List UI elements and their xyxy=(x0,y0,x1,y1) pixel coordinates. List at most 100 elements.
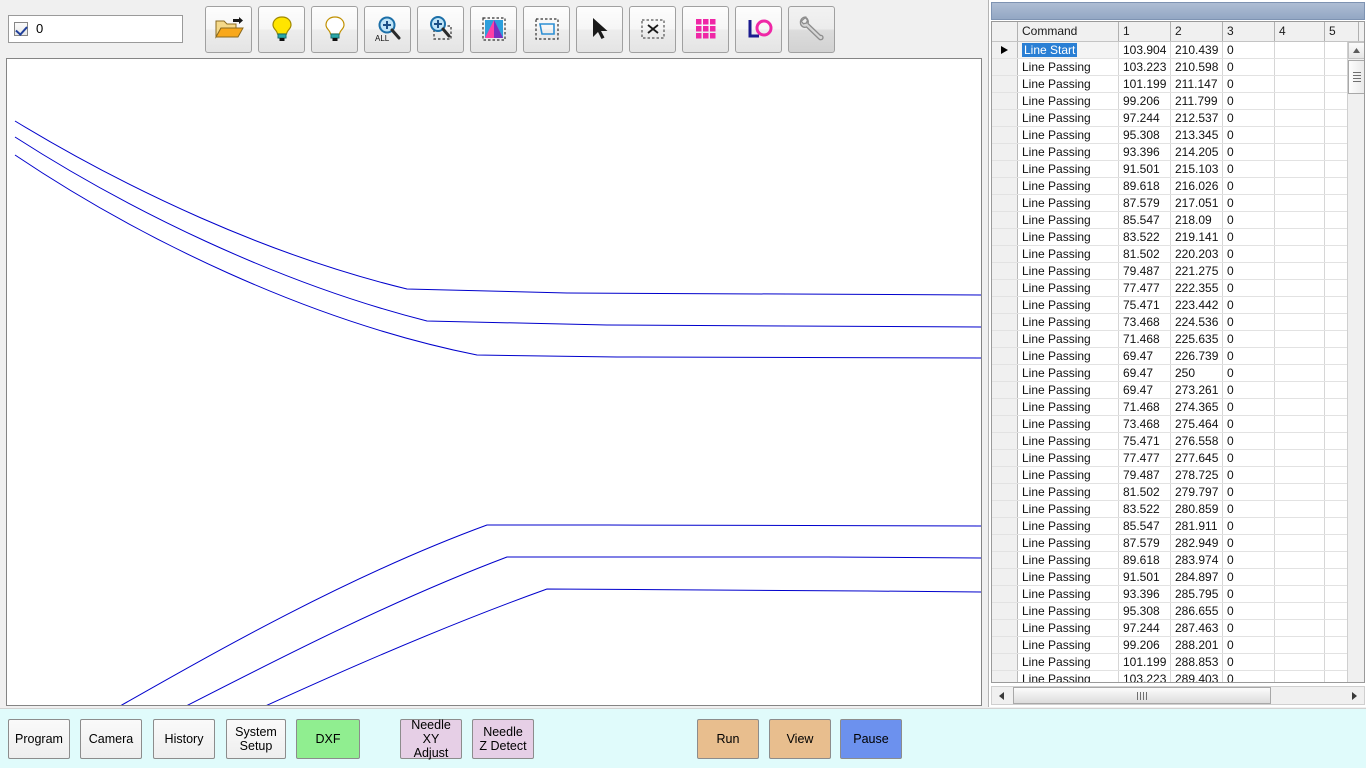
table-row[interactable]: Line Passing87.579217.0510 xyxy=(992,195,1349,212)
select-region-button[interactable] xyxy=(523,6,570,53)
cell-1[interactable]: 99.206 xyxy=(1119,637,1171,653)
row-selector-cell[interactable] xyxy=(992,535,1018,551)
table-row[interactable]: Line Passing89.618283.9740 xyxy=(992,552,1349,569)
row-selector-cell[interactable] xyxy=(992,42,1018,58)
cell-1[interactable]: 75.471 xyxy=(1119,297,1171,313)
cell-command[interactable]: Line Passing xyxy=(1018,569,1119,585)
cell-1[interactable]: 69.47 xyxy=(1119,365,1171,381)
row-selector-cell[interactable] xyxy=(992,93,1018,109)
cell-3[interactable]: 0 xyxy=(1223,433,1275,449)
cell-5[interactable] xyxy=(1325,127,1349,143)
cell-4[interactable] xyxy=(1275,263,1325,279)
cell-2[interactable]: 211.147 xyxy=(1171,76,1223,92)
cell-2[interactable]: 220.203 xyxy=(1171,246,1223,262)
cell-2[interactable]: 210.598 xyxy=(1171,59,1223,75)
row-selector-cell[interactable] xyxy=(992,382,1018,398)
cell-2[interactable]: 279.797 xyxy=(1171,484,1223,500)
cell-4[interactable] xyxy=(1275,535,1325,551)
light-on-button[interactable] xyxy=(258,6,305,53)
quantity-checkbox[interactable] xyxy=(14,22,28,36)
table-row[interactable]: Line Passing95.308213.3450 xyxy=(992,127,1349,144)
grid-header-3[interactable]: 3 xyxy=(1223,22,1275,41)
cell-2[interactable]: 216.026 xyxy=(1171,178,1223,194)
cell-command[interactable]: Line Passing xyxy=(1018,93,1119,109)
quantity-field[interactable]: 0 xyxy=(8,15,183,43)
cell-command[interactable]: Line Passing xyxy=(1018,144,1119,160)
row-selector-cell[interactable] xyxy=(992,59,1018,75)
cell-2[interactable]: 275.464 xyxy=(1171,416,1223,432)
cell-1[interactable]: 85.547 xyxy=(1119,212,1171,228)
cell-command[interactable]: Line Passing xyxy=(1018,433,1119,449)
cell-2[interactable]: 225.635 xyxy=(1171,331,1223,347)
cell-1[interactable]: 95.308 xyxy=(1119,603,1171,619)
cell-5[interactable] xyxy=(1325,110,1349,126)
table-row[interactable]: Line Passing81.502279.7970 xyxy=(992,484,1349,501)
cell-5[interactable] xyxy=(1325,76,1349,92)
cell-3[interactable]: 0 xyxy=(1223,178,1275,194)
cell-1[interactable]: 69.47 xyxy=(1119,348,1171,364)
row-selector-cell[interactable] xyxy=(992,467,1018,483)
row-selector-cell[interactable] xyxy=(992,603,1018,619)
row-selector-cell[interactable] xyxy=(992,348,1018,364)
table-row[interactable]: Line Passing103.223210.5980 xyxy=(992,59,1349,76)
cell-5[interactable] xyxy=(1325,42,1349,58)
cell-command[interactable]: Line Passing xyxy=(1018,314,1119,330)
cell-5[interactable] xyxy=(1325,535,1349,551)
cell-1[interactable]: 81.502 xyxy=(1119,484,1171,500)
cell-4[interactable] xyxy=(1275,637,1325,653)
cell-4[interactable] xyxy=(1275,569,1325,585)
table-row[interactable]: Line Passing75.471223.4420 xyxy=(992,297,1349,314)
cell-5[interactable] xyxy=(1325,263,1349,279)
row-selector-cell[interactable] xyxy=(992,569,1018,585)
cell-1[interactable]: 91.501 xyxy=(1119,161,1171,177)
cell-4[interactable] xyxy=(1275,297,1325,313)
cell-command[interactable]: Line Passing xyxy=(1018,246,1119,262)
row-selector-cell[interactable] xyxy=(992,365,1018,381)
scroll-up-arrow[interactable] xyxy=(1348,42,1365,59)
cell-5[interactable] xyxy=(1325,484,1349,500)
cell-5[interactable] xyxy=(1325,161,1349,177)
cell-4[interactable] xyxy=(1275,212,1325,228)
cell-3[interactable]: 0 xyxy=(1223,467,1275,483)
cell-3[interactable]: 0 xyxy=(1223,110,1275,126)
cell-command[interactable]: Line Passing xyxy=(1018,518,1119,534)
table-row[interactable]: Line Passing97.244212.5370 xyxy=(992,110,1349,127)
row-selector-cell[interactable] xyxy=(992,399,1018,415)
cell-command[interactable]: Line Passing xyxy=(1018,603,1119,619)
cell-2[interactable]: 215.103 xyxy=(1171,161,1223,177)
cell-5[interactable] xyxy=(1325,314,1349,330)
row-selector-cell[interactable] xyxy=(992,297,1018,313)
cell-command[interactable]: Line Passing xyxy=(1018,501,1119,517)
table-row[interactable]: Line Passing97.244287.4630 xyxy=(992,620,1349,637)
cell-2[interactable]: 218.09 xyxy=(1171,212,1223,228)
cell-command[interactable]: Line Passing xyxy=(1018,365,1119,381)
row-selector-cell[interactable] xyxy=(992,620,1018,636)
cell-3[interactable]: 0 xyxy=(1223,399,1275,415)
row-selector-cell[interactable] xyxy=(992,586,1018,602)
cell-2[interactable]: 287.463 xyxy=(1171,620,1223,636)
cell-2[interactable]: 223.442 xyxy=(1171,297,1223,313)
grid-header-4[interactable]: 4 xyxy=(1275,22,1325,41)
table-row[interactable]: Line Passing91.501215.1030 xyxy=(992,161,1349,178)
cell-4[interactable] xyxy=(1275,59,1325,75)
scroll-left-arrow[interactable] xyxy=(992,687,1011,704)
light-off-button[interactable] xyxy=(311,6,358,53)
table-row[interactable]: Line Start103.904210.4390 xyxy=(992,42,1349,59)
cell-4[interactable] xyxy=(1275,93,1325,109)
cell-3[interactable]: 0 xyxy=(1223,297,1275,313)
cell-4[interactable] xyxy=(1275,467,1325,483)
cell-5[interactable] xyxy=(1325,671,1349,683)
table-row[interactable]: Line Passing87.579282.9490 xyxy=(992,535,1349,552)
grid-horizontal-scrollbar[interactable] xyxy=(991,686,1365,705)
needle-xy-adjust-button[interactable]: NeedleXY Adjust xyxy=(400,719,462,759)
table-row[interactable]: Line Passing91.501284.8970 xyxy=(992,569,1349,586)
cell-4[interactable] xyxy=(1275,314,1325,330)
cell-4[interactable] xyxy=(1275,161,1325,177)
cell-5[interactable] xyxy=(1325,501,1349,517)
history-button[interactable]: History xyxy=(153,719,215,759)
cell-command[interactable]: Line Passing xyxy=(1018,178,1119,194)
cell-5[interactable] xyxy=(1325,280,1349,296)
cell-2[interactable]: 286.655 xyxy=(1171,603,1223,619)
cell-1[interactable]: 91.501 xyxy=(1119,569,1171,585)
cell-command[interactable]: Line Passing xyxy=(1018,59,1119,75)
